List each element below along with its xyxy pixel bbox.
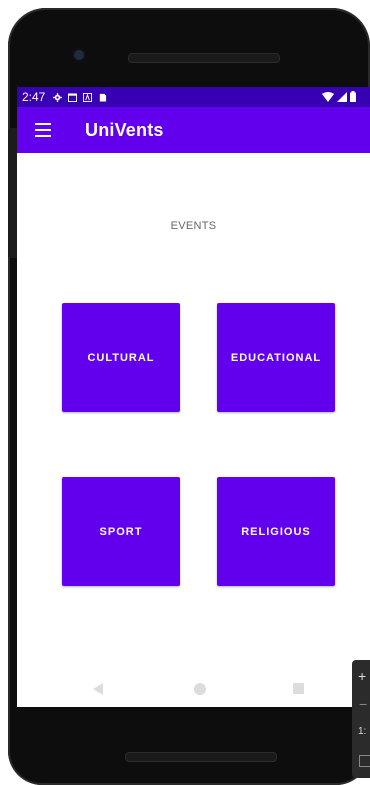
back-icon[interactable] [93, 683, 103, 695]
events-heading: EVENTS [170, 220, 217, 232]
status-icons [53, 92, 107, 102]
settings-icon [53, 92, 63, 102]
status-bar: 2:47 [17, 87, 370, 107]
sport-button[interactable]: SPORT [62, 477, 180, 586]
top-speaker [128, 53, 280, 63]
zoom-ratio-button[interactable]: 1: [358, 726, 366, 737]
fit-screen-icon[interactable] [359, 755, 370, 767]
zoom-out-button[interactable]: − [359, 696, 367, 712]
cultural-button[interactable]: CULTURAL [62, 303, 180, 412]
wifi-icon [322, 91, 334, 102]
recents-icon[interactable] [293, 683, 304, 694]
home-icon[interactable] [194, 683, 206, 695]
navigation-bar [17, 670, 370, 710]
a-icon [83, 92, 93, 102]
calendar-icon [68, 92, 78, 102]
sd-card-icon [98, 93, 107, 102]
status-time: 2:47 [22, 90, 46, 104]
system-icons [322, 91, 356, 102]
educational-button[interactable]: EDUCATIONAL [217, 303, 335, 412]
front-camera [74, 50, 84, 60]
hamburger-menu-icon[interactable] [35, 123, 51, 137]
emulator-zoom-panel: + − 1: [352, 660, 370, 778]
religious-button[interactable]: RELIGIOUS [217, 477, 335, 586]
battery-icon [350, 91, 356, 102]
bottom-speaker [125, 752, 277, 762]
app-bar: UniVents [17, 107, 370, 153]
zoom-in-button[interactable]: + [358, 668, 366, 684]
device-frame: 2:47 UniVents EVENTS CULTURAL EDUCATIONA… [0, 0, 370, 785]
signal-icon [337, 91, 347, 102]
app-screen: 2:47 UniVents EVENTS CULTURAL EDUCATIONA… [17, 87, 370, 707]
app-title: UniVents [85, 119, 164, 140]
